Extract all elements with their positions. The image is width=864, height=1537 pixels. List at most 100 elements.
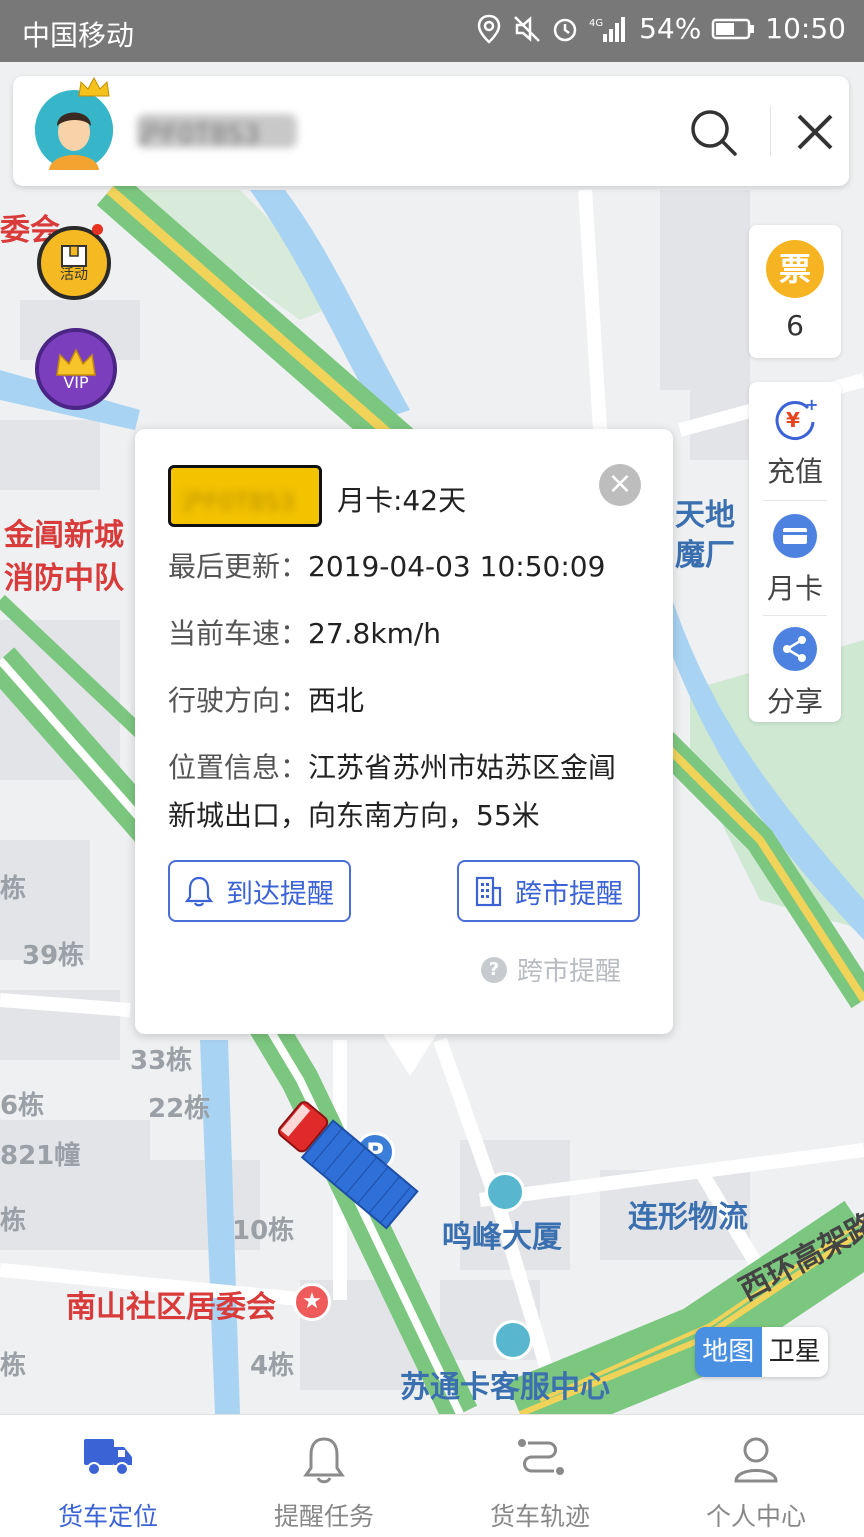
map-label-lianxing: 连形物流 — [628, 1200, 748, 1235]
building-poi-icon — [485, 1172, 525, 1212]
recharge-icon: ¥ + — [775, 396, 818, 440]
month-card-button[interactable]: 月卡 — [749, 499, 841, 612]
card-icon — [773, 514, 817, 558]
tab-label: 货车定位 — [57, 1502, 158, 1531]
battery-icon — [712, 18, 755, 39]
month-card-label: 月卡 — [766, 572, 823, 605]
alarm-icon — [553, 18, 577, 41]
map-label-b821: 821幢 — [0, 1141, 81, 1171]
bell-icon — [303, 1437, 345, 1484]
map-label-nanshan: 南山社区居委会 — [66, 1290, 276, 1325]
carrier-name: 中国移动 — [22, 19, 135, 52]
cross-city-reminder-button[interactable]: 跨市提醒 — [457, 860, 640, 922]
user-icon — [734, 1437, 778, 1483]
map-label-mingfeng: 鸣峰大厦 — [442, 1220, 562, 1255]
ticket-card[interactable]: 票 6 — [749, 225, 841, 358]
map-label-tiandi-1: 天地 — [675, 498, 735, 533]
map-label-dong-2: 栋 — [0, 1206, 27, 1236]
direction-row: 行驶方向：西北 — [168, 677, 364, 725]
divider — [770, 106, 771, 156]
bottom-navigation: 货车定位 提醒任务 货车轨迹 个人中心 — [0, 1414, 864, 1537]
tab-reminder-tasks[interactable]: 提醒任务 — [216, 1415, 432, 1537]
vehicle-info-popup: 沪F0T8S3 月卡:42天 × 最后更新：2019-04-03 10:50:0… — [135, 429, 673, 1034]
satellite-mode-button[interactable]: 卫星 — [761, 1327, 828, 1377]
vip-label: VIP — [63, 372, 89, 392]
svg-text:+: + — [805, 396, 818, 414]
location-row: 位置信息：江苏省苏州市姑苏区金阊新城出口，向东南方向，55米 — [168, 744, 638, 840]
battery-percent: 54% — [639, 12, 702, 45]
tab-profile[interactable]: 个人中心 — [648, 1415, 864, 1537]
direction-value: 西北 — [308, 684, 365, 717]
recharge-label: 充值 — [766, 455, 823, 488]
svg-text:4G: 4G — [589, 18, 603, 29]
map-label-b33: 33栋 — [130, 1046, 193, 1076]
search-icon[interactable] — [685, 104, 741, 160]
route-icon — [518, 1439, 564, 1475]
license-plate: 沪F0T8S3 — [168, 465, 322, 527]
last-update-value: 2019-04-03 10:50:09 — [308, 550, 606, 583]
tab-label: 提醒任务 — [273, 1502, 374, 1531]
speed-value: 27.8km/h — [308, 617, 442, 650]
tab-label: 个人中心 — [705, 1502, 806, 1531]
tab-truck-trace[interactable]: 货车轨迹 — [432, 1415, 648, 1537]
crown-icon — [78, 76, 110, 97]
tab-truck-location[interactable]: 货车定位 — [0, 1415, 216, 1537]
clock-time: 10:50 — [765, 12, 846, 45]
map-type-toggle: 地图 卫星 — [695, 1327, 828, 1377]
status-bar: 中国移动 4G 54% 10:50 — [0, 0, 864, 62]
help-icon: ? — [481, 956, 507, 983]
ticket-count: 6 — [786, 309, 804, 342]
recharge-button[interactable]: ¥ + 充值 — [749, 382, 841, 495]
map-label-b6: 6栋 — [0, 1091, 45, 1121]
svg-text:¥: ¥ — [786, 408, 800, 432]
map-label-fire-2: 消防中队 — [4, 561, 124, 596]
popup-pointer — [382, 1032, 438, 1076]
last-update-row: 最后更新：2019-04-03 10:50:09 — [168, 543, 605, 591]
share-label: 分享 — [766, 685, 823, 718]
map-label-sutong: 苏通卡客服中心 — [400, 1370, 610, 1405]
speed-row: 当前车速：27.8km/h — [168, 610, 441, 658]
bell-icon — [184, 876, 214, 907]
map-mode-button[interactable]: 地图 — [695, 1327, 762, 1377]
action-panel: ¥ + 充值 月卡 分享 — [749, 382, 841, 722]
map-label-b39: 39栋 — [22, 941, 85, 971]
signal-icon: 4G — [589, 16, 626, 42]
share-icon — [773, 627, 817, 671]
location-icon — [477, 14, 501, 44]
arrival-reminder-label: 到达提醒 — [226, 878, 334, 910]
cross-city-help-link[interactable]: ? 跨市提醒 — [481, 951, 621, 988]
last-update-key: 最后更新： — [168, 550, 309, 583]
map-label-b4: 4栋 — [250, 1351, 295, 1381]
activity-button[interactable]: 活动 — [37, 226, 111, 300]
map-label-tiandi-2: 魔厂 — [675, 538, 735, 573]
search-bar[interactable]: 沪F0T8S3 — [13, 76, 849, 186]
share-button[interactable]: 分享 — [749, 612, 841, 725]
truck-marker-icon[interactable] — [278, 1100, 428, 1240]
building-icon — [475, 876, 502, 907]
close-icon[interactable] — [787, 104, 843, 160]
month-card-remaining: 月卡:42天 — [337, 484, 467, 517]
map-label-fire-1: 金阊新城 — [4, 518, 124, 553]
map-label-dong-1: 栋 — [0, 874, 27, 904]
vip-button[interactable]: VIP — [35, 328, 117, 410]
tab-label: 货车轨迹 — [489, 1502, 590, 1531]
close-icon[interactable]: × — [599, 464, 641, 506]
service-poi-icon — [493, 1320, 533, 1360]
truck-icon — [84, 1439, 132, 1476]
community-poi-icon: ★ — [293, 1283, 331, 1321]
map-label-dong-3: 栋 — [0, 1351, 27, 1381]
direction-key: 行驶方向： — [168, 684, 309, 717]
location-key: 位置信息： — [168, 751, 309, 784]
notification-dot — [92, 224, 103, 235]
cross-city-reminder-label: 跨市提醒 — [515, 878, 623, 910]
ticket-icon: 票 — [766, 240, 824, 298]
search-plate-text: 沪F0T8S3 — [137, 114, 297, 150]
avatar-face-icon — [35, 91, 113, 170]
help-link-label: 跨市提醒 — [517, 957, 622, 987]
arrival-reminder-button[interactable]: 到达提醒 — [168, 860, 351, 922]
mute-icon — [514, 15, 540, 42]
avatar[interactable] — [35, 76, 113, 170]
map-label-b22: 22栋 — [148, 1094, 211, 1124]
speed-key: 当前车速： — [168, 617, 309, 650]
activity-label: 活动 — [60, 267, 88, 283]
